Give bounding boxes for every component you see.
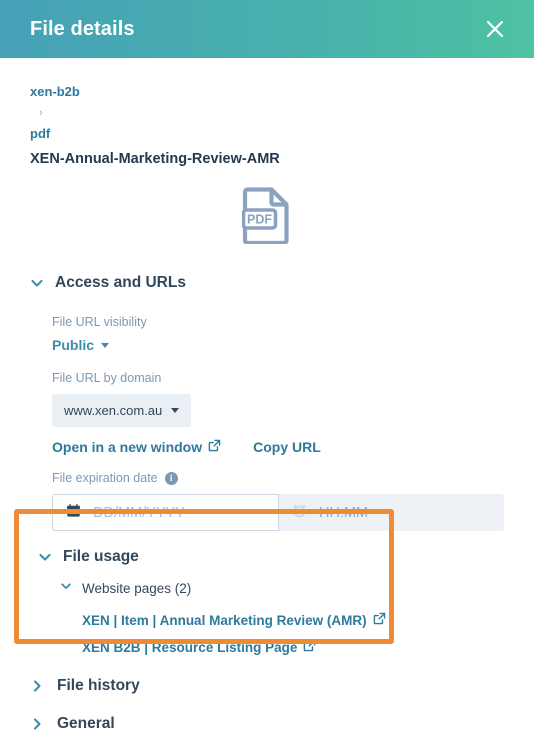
- expiration-time-input[interactable]: HH:MM: [279, 494, 504, 531]
- file-thumbnail: PDF: [30, 170, 504, 263]
- list-item[interactable]: XEN | Item | Annual Marketing Review (AM…: [82, 607, 504, 634]
- svg-text:PDF: PDF: [247, 212, 272, 226]
- section-header-file-history[interactable]: File history: [30, 667, 504, 705]
- calendar-icon: [66, 503, 81, 522]
- website-page-link-label: XEN | Item | Annual Marketing Review (AM…: [82, 613, 367, 628]
- website-pages-list: XEN | Item | Annual Marketing Review (AM…: [38, 607, 504, 661]
- section-title-file-history: File history: [57, 677, 140, 694]
- chevron-right-icon: [30, 679, 44, 693]
- external-link-icon: [303, 634, 316, 661]
- file-url-visibility-value: Public: [52, 337, 95, 353]
- clock-icon: [292, 503, 307, 522]
- section-content-access-and-urls: File URL visibility Public File URL by d…: [30, 313, 504, 531]
- subsection-title-website-pages: Website pages (2): [82, 580, 192, 596]
- expiration-time-placeholder: HH:MM: [319, 504, 369, 521]
- close-icon: [484, 18, 506, 40]
- collapsed-sections: File history General: [30, 661, 504, 743]
- breadcrumb-item-folder[interactable]: xen-b2b: [30, 82, 504, 102]
- file-url-visibility-dropdown[interactable]: Public: [52, 337, 110, 353]
- close-button[interactable]: [480, 14, 510, 44]
- file-url-domain-label: File URL by domain: [52, 371, 162, 385]
- page-title: File details: [30, 17, 135, 40]
- breadcrumb: xen-b2b › pdf: [30, 82, 504, 144]
- expiration-date-input[interactable]: DD/MM/YYYY: [52, 494, 279, 531]
- chevron-down-icon: [171, 408, 180, 413]
- pdf-file-icon: PDF: [241, 186, 292, 249]
- section-header-general[interactable]: General: [30, 705, 504, 743]
- external-link-icon: [208, 439, 221, 455]
- list-item[interactable]: XEN B2B | Resource Listing Page: [82, 634, 504, 661]
- panel-header: File details: [0, 0, 534, 58]
- panel-body: xen-b2b › pdf XEN-Annual-Marketing-Revie…: [0, 58, 534, 743]
- open-in-new-window-label: Open in a new window: [52, 439, 203, 455]
- section-title-file-usage: File usage: [63, 548, 139, 565]
- file-expiration-inputs: DD/MM/YYYY HH:MM: [52, 494, 504, 531]
- url-actions: Open in a new window Copy URL: [52, 439, 504, 455]
- copy-url-link[interactable]: Copy URL: [253, 439, 321, 455]
- breadcrumb-item-subfolder[interactable]: pdf: [30, 124, 504, 144]
- chevron-right-icon: [30, 717, 44, 731]
- section-file-usage: File usage Website pages (2) XEN | Item …: [30, 531, 504, 661]
- section-title-access-and-urls: Access and URLs: [55, 274, 186, 291]
- chevron-down-icon: [60, 579, 72, 597]
- file-expiration-date-label-row: File expiration date i: [52, 469, 504, 487]
- subsection-header-website-pages[interactable]: Website pages (2): [38, 579, 504, 597]
- chevron-down-icon: [101, 342, 110, 348]
- section-header-access-and-urls[interactable]: Access and URLs: [30, 267, 504, 299]
- section-title-general: General: [57, 715, 115, 732]
- chevron-down-icon: [38, 550, 52, 564]
- website-page-link-label: XEN B2B | Resource Listing Page: [82, 640, 298, 655]
- section-header-file-usage[interactable]: File usage: [38, 541, 504, 573]
- info-icon[interactable]: i: [164, 471, 178, 485]
- file-url-domain-select[interactable]: www.xen.com.au: [52, 394, 192, 427]
- file-url-visibility-label: File URL visibility: [52, 315, 147, 329]
- external-link-icon: [373, 607, 386, 634]
- file-name: XEN-Annual-Marketing-Review-AMR: [30, 151, 280, 167]
- section-access-and-urls: Access and URLs File URL visibility Publ…: [30, 263, 504, 531]
- open-in-new-window-link[interactable]: Open in a new window: [52, 439, 221, 455]
- chevron-down-icon: [30, 276, 44, 290]
- file-expiration-date-label: File expiration date: [52, 471, 158, 485]
- breadcrumb-separator-icon: ›: [39, 107, 43, 119]
- expiration-date-placeholder: DD/MM/YYYY: [93, 504, 185, 521]
- file-url-domain-value: www.xen.com.au: [64, 403, 163, 418]
